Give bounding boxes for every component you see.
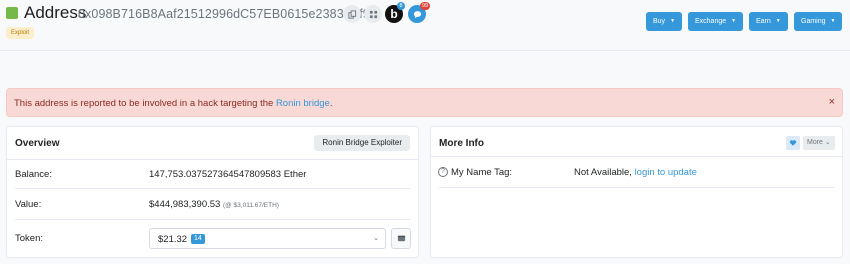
nav-exchange-button[interactable]: Exchange ▼ — [688, 12, 744, 31]
token-count-badge: 14 — [191, 234, 205, 244]
nav-exchange-label: Exchange — [695, 18, 727, 25]
login-to-update-link[interactable]: login to update — [635, 167, 697, 178]
chevron-down-icon: ⌄ — [824, 139, 831, 146]
card-divider — [431, 156, 842, 157]
chevron-down-icon: ▼ — [670, 18, 676, 24]
alert-text-before: This address is reported to be involved … — [14, 98, 276, 109]
nav-gaming-label: Gaming — [801, 18, 826, 25]
row-divider — [15, 219, 410, 220]
nav-buy-label: Buy — [653, 18, 666, 25]
chevron-down-icon: ▼ — [775, 18, 781, 24]
question-circle-icon: ? — [438, 167, 448, 177]
more-info-title: More Info — [439, 138, 484, 149]
hack-warning-alert: This address is reported to be involved … — [6, 88, 843, 117]
name-tag-value: Not Available, login to update — [574, 167, 697, 178]
value-label: Value: — [15, 199, 42, 210]
address-hash: 0x098B716B8Aaf21512996dC57EB0615e2383E2f… — [78, 7, 377, 21]
token-dropdown[interactable]: $21.32 14 ⌄ — [149, 228, 386, 249]
name-tag-label: My Name Tag: — [451, 167, 513, 178]
wallet-icon[interactable] — [391, 228, 411, 249]
b-count-badge: 8 — [397, 2, 405, 10]
chevron-down-icon: ▼ — [830, 18, 836, 24]
copy-icon[interactable] — [343, 5, 361, 23]
nav-gaming-button[interactable]: Gaming ▼ — [794, 12, 843, 31]
exploit-tag[interactable]: Exploit — [6, 27, 35, 39]
heart-icon[interactable] — [786, 136, 800, 150]
overview-card: Overview Ronin Bridge Exploiter Balance:… — [6, 126, 419, 258]
balance-value: 147,753.037527364547809583 Ether — [149, 169, 307, 180]
qr-code-icon[interactable] — [364, 5, 382, 23]
nav-earn-button[interactable]: Earn ▼ — [749, 12, 788, 31]
address-avatar-icon — [6, 7, 18, 19]
value-amount: $444,983,390.53 (@ $3,011.67/ETH) — [149, 199, 279, 210]
more-dropdown-button[interactable]: More ⌄ — [803, 136, 835, 150]
eth-rate: (@ $3,011.67/ETH) — [222, 202, 279, 209]
token-label: Token: — [15, 233, 43, 244]
card-divider — [7, 159, 418, 160]
more-label: More — [807, 139, 823, 146]
chevron-down-icon: ⌄ — [373, 235, 379, 242]
nav-buy-button[interactable]: Buy ▼ — [646, 12, 683, 31]
ronin-bridge-exploiter-button[interactable]: Ronin Bridge Exploiter — [314, 135, 410, 151]
header-divider — [0, 50, 850, 51]
close-icon[interactable]: × — [829, 96, 835, 108]
chat-count-badge: 99 — [420, 2, 431, 10]
alert-message: This address is reported to be involved … — [14, 98, 332, 109]
ronin-bridge-link[interactable]: Ronin bridge — [276, 98, 330, 109]
value-usd: $444,983,390.53 — [149, 199, 221, 210]
row-divider — [439, 187, 834, 188]
token-value: $21.32 — [158, 234, 188, 245]
alert-text-after: . — [329, 98, 333, 109]
page-header: Address 0x098B716B8Aaf21512996dC57EB0615… — [0, 0, 850, 50]
name-tag-status: Not Available, — [574, 167, 635, 178]
row-divider — [15, 188, 410, 189]
balance-label: Balance: — [15, 169, 52, 180]
overview-title: Overview — [15, 138, 60, 149]
more-info-card: More Info More ⌄ ? My Name Tag: Not Avai… — [430, 126, 843, 258]
nav-earn-label: Earn — [756, 18, 771, 25]
chevron-down-icon: ▼ — [731, 18, 737, 24]
